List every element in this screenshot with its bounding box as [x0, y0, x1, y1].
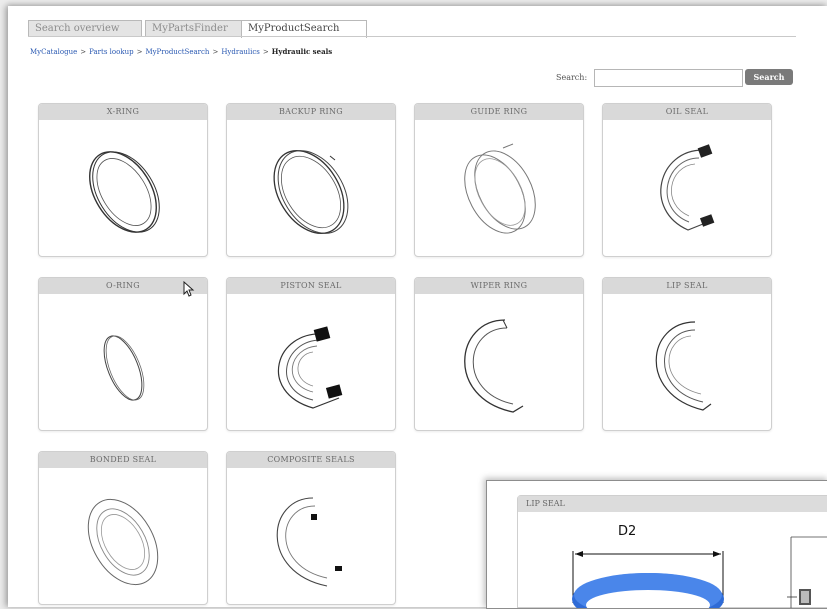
breadcrumb-separator: > [262, 48, 269, 56]
card-title: O-RING [39, 278, 207, 294]
mouse-cursor-icon [183, 281, 195, 297]
wiper-ring-icon [464, 319, 524, 413]
breadcrumb-item[interactable]: MyProductSearch [145, 48, 209, 56]
tab-search-overview[interactable]: Search overview [28, 20, 142, 37]
oil-seal-icon [660, 144, 715, 231]
card-title: BACKUP RING [227, 104, 395, 120]
search-button[interactable]: Search [745, 69, 793, 85]
card-title: PISTON SEAL [227, 278, 395, 294]
guide-ring-icon [464, 143, 536, 234]
product-card-x-ring[interactable]: X-RING [38, 103, 208, 257]
product-card-composite-seals[interactable]: COMPOSITE SEALS [226, 451, 396, 605]
breadcrumb-separator: > [80, 48, 87, 56]
piston-seal-icon [277, 326, 343, 409]
o-ring-icon [103, 335, 145, 401]
tab-mypartsfinder[interactable]: MyPartsFinder [145, 20, 254, 37]
breadcrumb-separator: > [136, 48, 143, 56]
bonded-seal-icon [87, 498, 159, 586]
lip-seal-detail-popup: LIP SEAL D2 [486, 480, 827, 609]
lip-seal-icon [655, 321, 712, 411]
card-title: OIL SEAL [603, 104, 771, 120]
product-card-guide-ring[interactable]: GUIDE RING [414, 103, 584, 257]
x-ring-icon [89, 151, 160, 233]
lip-seal-dimension-drawing [572, 536, 827, 608]
breadcrumb: MyCatalogue > Parts lookup > MyProductSearch… [30, 47, 332, 56]
search-input[interactable] [594, 69, 743, 87]
product-card-lip-seal[interactable]: LIP SEAL [602, 277, 772, 431]
card-title: WIPER RING [415, 278, 583, 294]
card-title: COMPOSITE SEALS [227, 452, 395, 468]
product-card-backup-ring[interactable]: BACKUP RING [226, 103, 396, 257]
breadcrumb-item[interactable]: Hydraulics [221, 48, 260, 56]
card-title: BONDED SEAL [39, 452, 207, 468]
product-card-piston-seal[interactable]: PISTON SEAL [226, 277, 396, 431]
product-card-o-ring[interactable]: O-RING [38, 277, 208, 431]
composite-seals-icon [276, 497, 342, 587]
backup-ring-icon [273, 150, 349, 234]
card-title: X-RING [39, 104, 207, 120]
tab-divider [28, 36, 796, 37]
card-title: LIP SEAL [603, 278, 771, 294]
breadcrumb-item[interactable]: Parts lookup [89, 48, 133, 56]
product-card-oil-seal[interactable]: OIL SEAL [602, 103, 772, 257]
product-card-bonded-seal[interactable]: BONDED SEAL [38, 451, 208, 605]
card-title: GUIDE RING [415, 104, 583, 120]
breadcrumb-separator: > [212, 48, 219, 56]
breadcrumb-current: Hydraulic seals [271, 47, 333, 56]
breadcrumb-item[interactable]: MyCatalogue [30, 48, 77, 56]
product-card-wiper-ring[interactable]: WIPER RING [414, 277, 584, 431]
search-label: Search: [556, 73, 588, 82]
